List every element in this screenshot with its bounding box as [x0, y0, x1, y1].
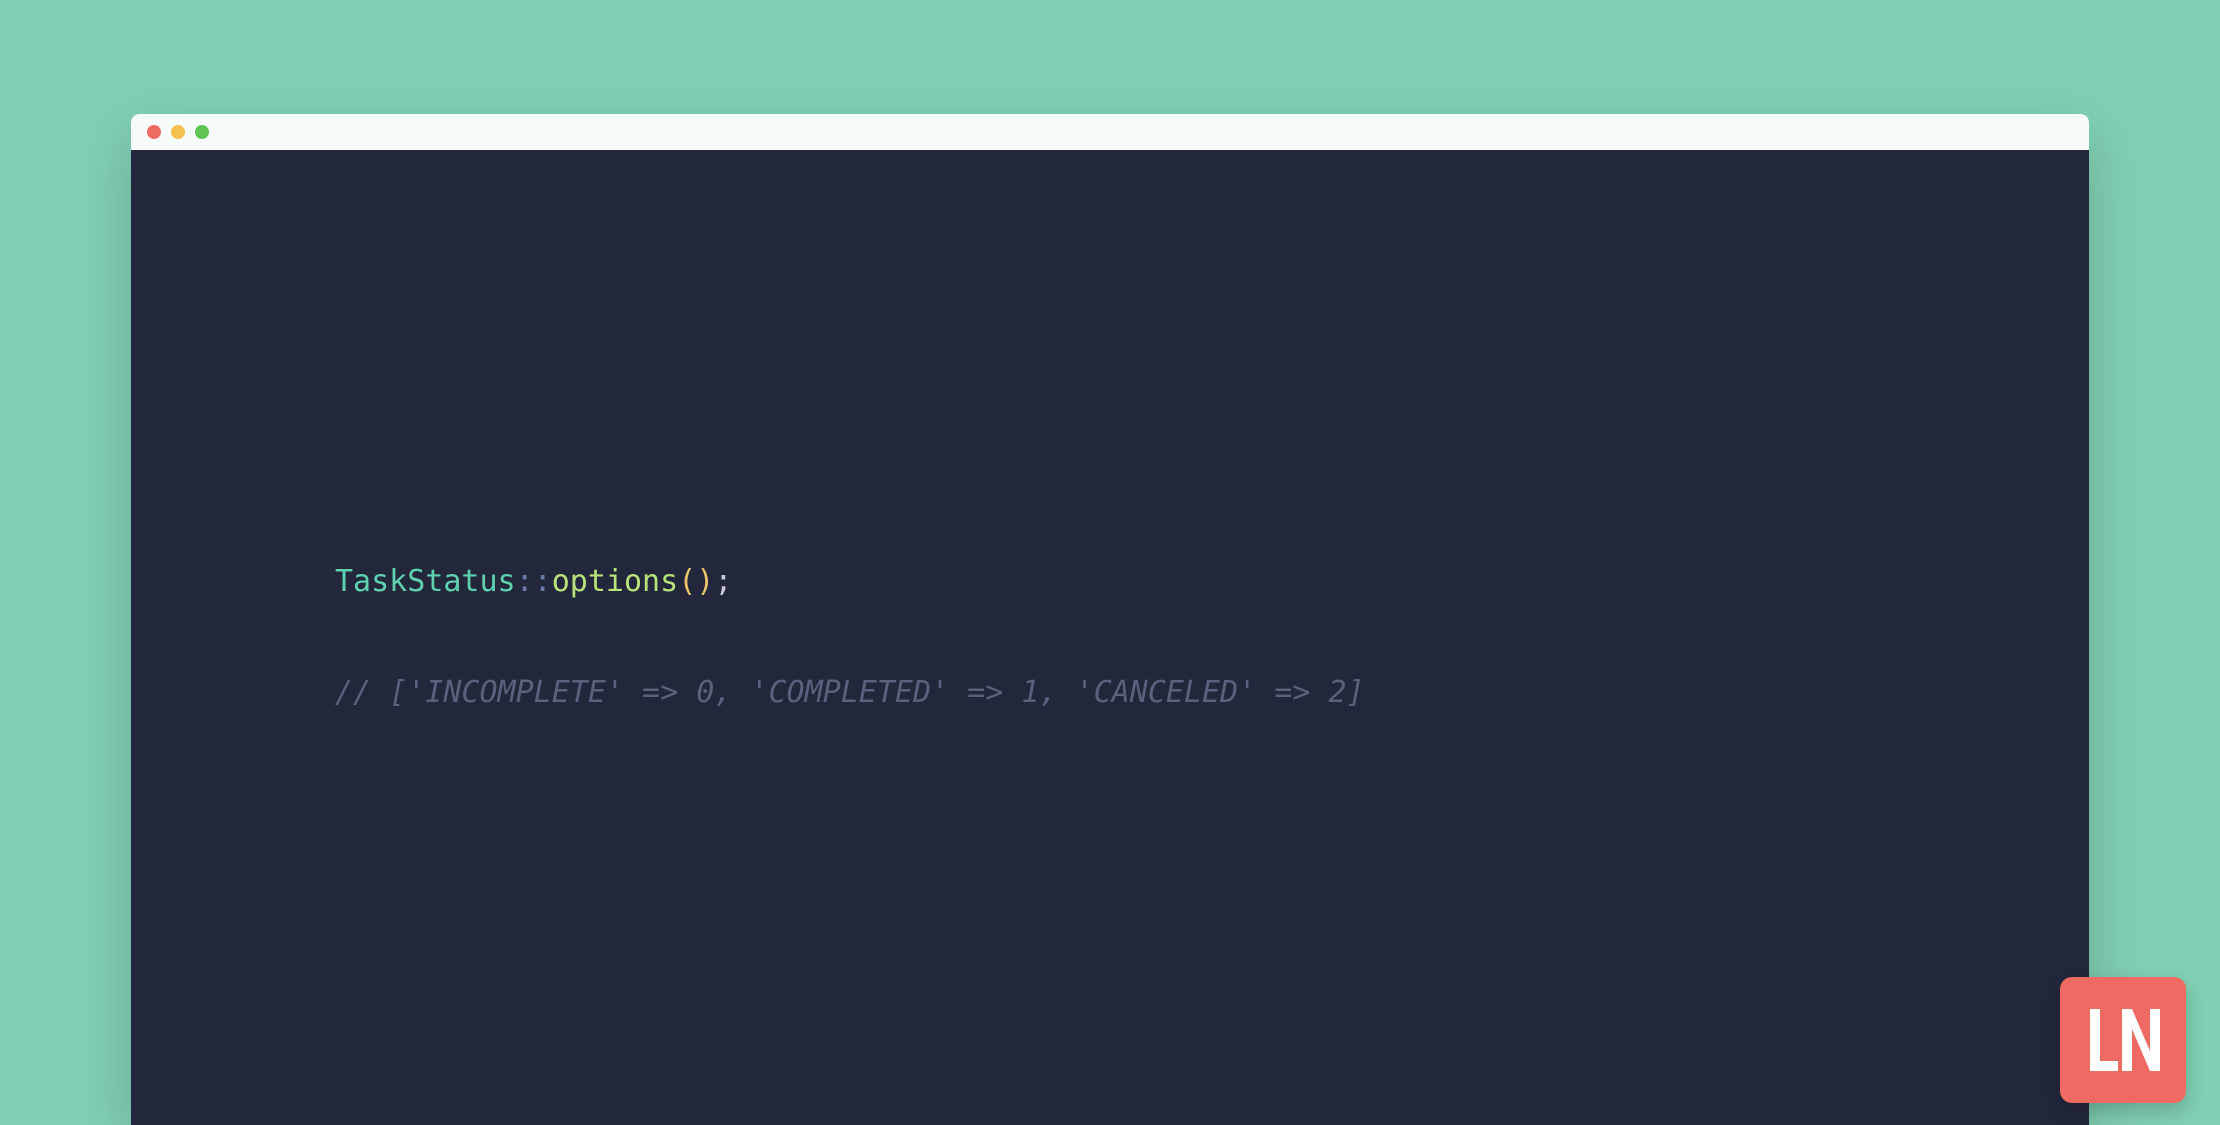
code-block: TaskStatus::options(); // ['INCOMPLETE' … [335, 554, 1365, 721]
zoom-icon[interactable] [195, 125, 209, 139]
ln-logo-icon [2078, 995, 2168, 1085]
token-function: options [552, 564, 678, 599]
window-titlebar [131, 114, 2089, 150]
code-editor[interactable]: TaskStatus::options(); // ['INCOMPLETE' … [131, 150, 2089, 1125]
token-double-colon: :: [516, 564, 552, 599]
stage: TaskStatus::options(); // ['INCOMPLETE' … [0, 0, 2220, 1125]
close-icon[interactable] [147, 125, 161, 139]
token-open-paren: ( [678, 564, 696, 599]
code-window: TaskStatus::options(); // ['INCOMPLETE' … [131, 114, 2089, 1125]
ln-logo [2060, 977, 2186, 1103]
minimize-icon[interactable] [171, 125, 185, 139]
token-close-paren: ) [696, 564, 714, 599]
token-semicolon: ; [714, 564, 732, 599]
token-comment: // ['INCOMPLETE' => 0, 'COMPLETED' => 1,… [335, 675, 1365, 710]
token-class: TaskStatus [335, 564, 516, 599]
